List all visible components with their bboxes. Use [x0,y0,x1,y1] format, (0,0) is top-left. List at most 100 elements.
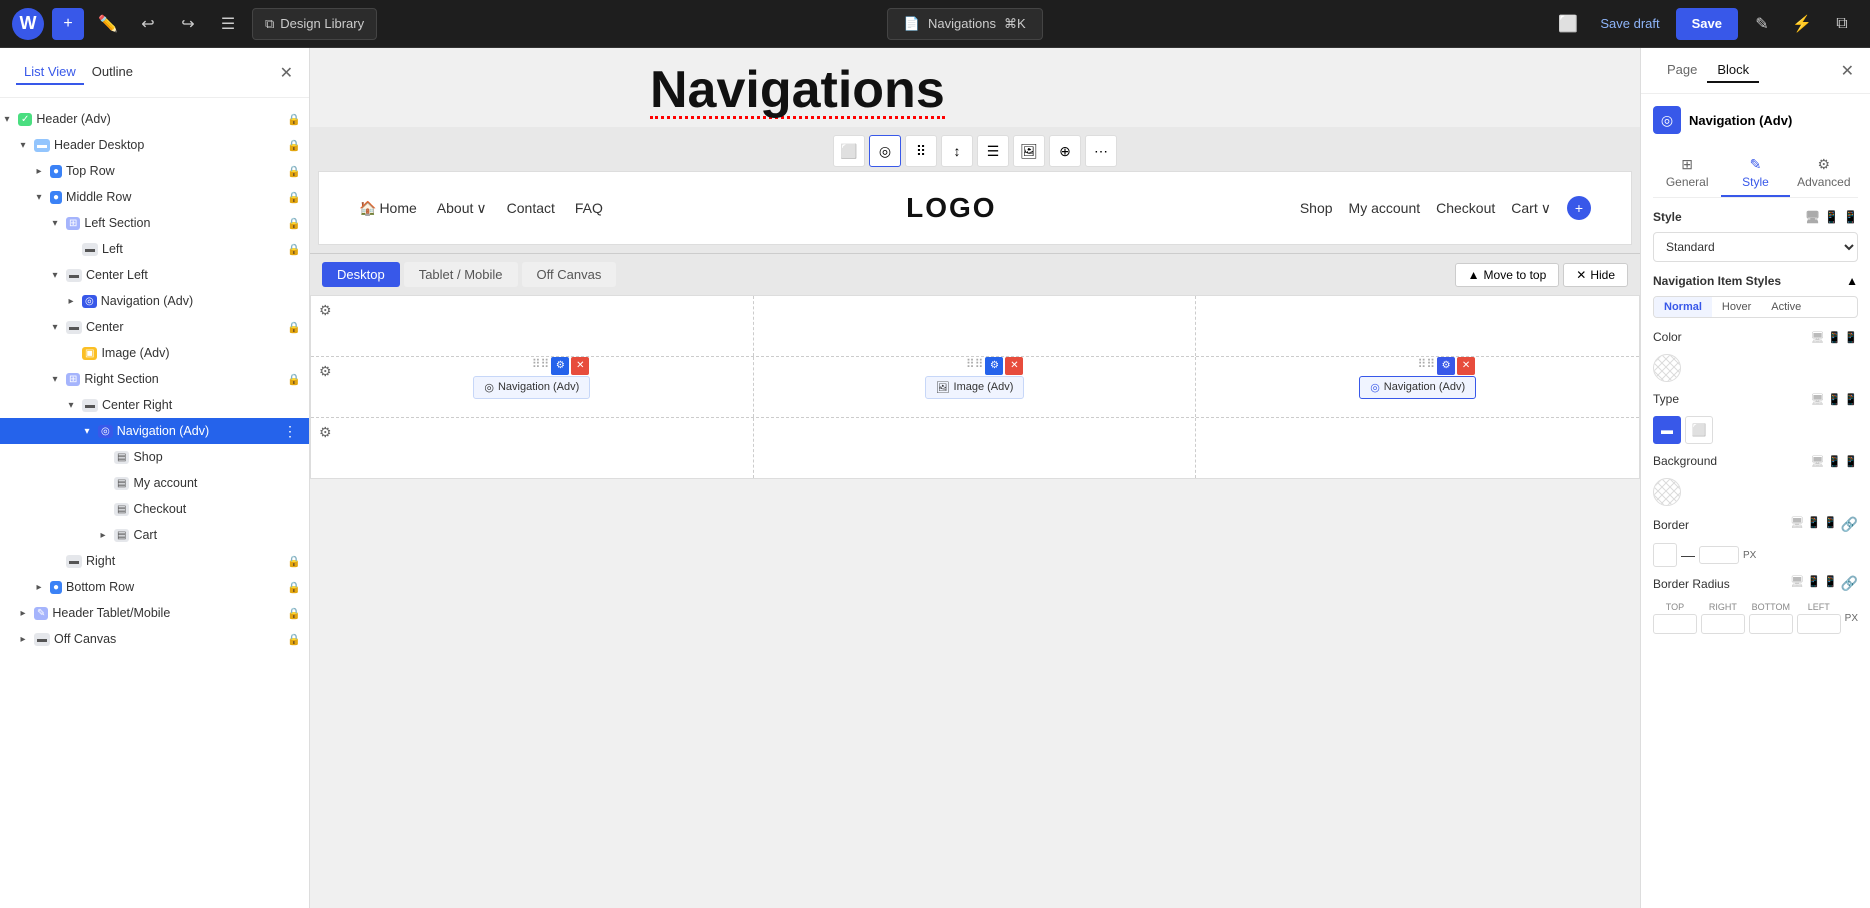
grid-settings-icon-1[interactable]: ⚙ [319,302,332,319]
type-btn-fill[interactable]: ▬ [1653,416,1681,444]
nav-faq[interactable]: FAQ [575,200,603,216]
block-settings-btn-image[interactable]: ⚙ [985,357,1003,375]
settings-button[interactable]: ⧉ [1826,8,1858,40]
nis-tab-hover[interactable]: Hover [1712,297,1761,317]
tree-toggle-header-adv[interactable]: ▾ [0,112,14,126]
tree-item-header-desktop[interactable]: ▾▬Header Desktop🔒 [0,132,309,158]
nav-toolbar-select[interactable]: ⬜ [833,135,865,167]
tree-item-center[interactable]: ▾▬Center🔒 [0,314,309,340]
add-button[interactable]: + [52,8,84,40]
hide-button[interactable]: ✕ Hide [1563,263,1628,287]
type-btn-outline[interactable]: ⬜ [1685,416,1713,444]
edit-button[interactable]: ✏️ [92,8,124,40]
block-delete-btn-image[interactable]: ✕ [1005,357,1023,375]
navigations-button[interactable]: 📄 Navigations ⌘K [887,8,1043,40]
tree-item-header-adv[interactable]: ▾✓Header (Adv)🔒 [0,106,309,132]
tree-item-left-section[interactable]: ▾⊞Left Section🔒 [0,210,309,236]
tree-more-navigation-adv-2[interactable]: ⋮ [279,423,301,440]
nav-add-button[interactable]: + [1567,196,1591,220]
tree-item-navigation-adv-1[interactable]: ▸◎Navigation (Adv) [0,288,309,314]
tree-item-image-adv[interactable]: ▣Image (Adv) [0,340,309,366]
right-panel-close-button[interactable]: ✕ [1841,61,1854,81]
image-center-block[interactable]: ⠿⠿ ⚙ ✕ 🖼 Image (Adv) [925,376,1025,399]
tree-toggle-checkout[interactable] [96,502,110,516]
br-bottom-input[interactable] [1749,614,1793,634]
tree-toggle-shop[interactable] [96,450,110,464]
nav-myaccount[interactable]: My account [1349,200,1421,216]
tab-outline[interactable]: Outline [84,60,141,85]
tree-toggle-navigation-adv-1[interactable]: ▸ [64,294,78,308]
nav-home[interactable]: 🏠 Home [359,200,417,217]
tree-item-checkout[interactable]: ▤Checkout [0,496,309,522]
tree-toggle-top-row[interactable]: ▸ [32,164,46,178]
nav-toolbar-more[interactable]: ⋯ [1085,135,1117,167]
nav-left-block[interactable]: ⠿⠿ ⚙ ✕ ◎ Navigation (Adv) [473,376,590,399]
tree-toggle-left-section[interactable]: ▾ [48,216,62,230]
tree-toggle-header-desktop[interactable]: ▾ [16,138,30,152]
tab-block[interactable]: Block [1707,58,1759,83]
tree-toggle-cart[interactable]: ▸ [96,528,110,542]
design-library-button[interactable]: ⧉ Design Library [252,8,377,40]
tree-item-middle-row[interactable]: ▾●Middle Row🔒 [0,184,309,210]
nav-toolbar-edit[interactable]: ◎ [869,135,901,167]
gs-tab-general[interactable]: ⊞ General [1653,150,1721,197]
nav-toolbar-image[interactable]: 🖼 [1013,135,1045,167]
undo-button[interactable]: ↩ [132,8,164,40]
tree-toggle-center[interactable]: ▾ [48,320,62,334]
color-swatch[interactable] [1653,354,1681,382]
tree-item-right[interactable]: ▬Right🔒 [0,548,309,574]
grid-settings-icon-3[interactable]: ⚙ [319,424,332,441]
br-right-input[interactable] [1701,614,1745,634]
nav-toolbar-add[interactable]: ⊕ [1049,135,1081,167]
nav-contact[interactable]: Contact [507,200,555,216]
nav-cart[interactable]: Cart ∨ [1511,200,1551,217]
save-button[interactable]: Save [1676,8,1738,40]
tree-item-top-row[interactable]: ▸●Top Row🔒 [0,158,309,184]
nav-about[interactable]: About ∨ [437,200,487,217]
tree-toggle-navigation-adv-2[interactable]: ▾ [80,424,94,438]
border-width-input[interactable] [1699,546,1739,564]
nav-right-block[interactable]: ⠿⠿ ⚙ ✕ ◎ Navigation (Adv) [1359,376,1476,399]
tree-toggle-image-adv[interactable] [64,346,78,360]
tree-toggle-middle-row[interactable]: ▾ [32,190,46,204]
block-delete-btn-nav-right[interactable]: ✕ [1457,357,1475,375]
move-to-top-button[interactable]: ▲ Move to top [1455,263,1560,287]
br-left-input[interactable] [1797,614,1841,634]
tree-item-navigation-adv-2[interactable]: ▾◎Navigation (Adv)⋮ [0,418,309,444]
tree-item-cart[interactable]: ▸▤Cart [0,522,309,548]
tree-item-right-section[interactable]: ▾⊞Right Section🔒 [0,366,309,392]
tree-toggle-bottom-row[interactable]: ▸ [32,580,46,594]
nav-toolbar-align[interactable]: ☰ [977,135,1009,167]
gs-tab-style[interactable]: ✎ Style [1721,150,1789,197]
customize-button[interactable]: ⚡ [1786,8,1818,40]
tree-item-my-account[interactable]: ▤My account [0,470,309,496]
tree-toggle-off-canvas[interactable]: ▸ [16,632,30,646]
nav-shop[interactable]: Shop [1300,200,1333,216]
nis-collapse-icon[interactable]: ▲ [1846,274,1858,288]
tree-item-header-tablet-mobile[interactable]: ▸✎Header Tablet/Mobile🔒 [0,600,309,626]
tree-toggle-left[interactable] [64,242,78,256]
redo-button[interactable]: ↪ [172,8,204,40]
tree-toggle-right[interactable] [48,554,62,568]
nav-checkout[interactable]: Checkout [1436,200,1495,216]
nav-toolbar-move[interactable]: ↕ [941,135,973,167]
tree-item-bottom-row[interactable]: ▸●Bottom Row🔒 [0,574,309,600]
tree-toggle-center-left[interactable]: ▾ [48,268,62,282]
block-settings-btn-nav-right[interactable]: ⚙ [1437,357,1455,375]
tree-toggle-header-tablet-mobile[interactable]: ▸ [16,606,30,620]
tab-page[interactable]: Page [1657,58,1707,83]
edit-view-button[interactable]: ✎ [1746,8,1778,40]
nis-tab-normal[interactable]: Normal [1654,297,1712,317]
tree-toggle-right-section[interactable]: ▾ [48,372,62,386]
nis-tab-active[interactable]: Active [1761,297,1811,317]
panel-close-button[interactable]: ✕ [280,63,293,83]
br-top-input[interactable] [1653,614,1697,634]
save-draft-button[interactable]: Save draft [1592,16,1667,31]
nav-toolbar-drag[interactable]: ⠿ [905,135,937,167]
tree-item-center-left[interactable]: ▾▬Center Left [0,262,309,288]
grid-settings-icon-2[interactable]: ⚙ [319,363,332,380]
gs-tab-advanced[interactable]: ⚙ Advanced [1790,150,1858,197]
background-swatch[interactable] [1653,478,1681,506]
tab-desktop[interactable]: Desktop [322,262,400,287]
wp-logo-icon[interactable]: W [12,8,44,40]
